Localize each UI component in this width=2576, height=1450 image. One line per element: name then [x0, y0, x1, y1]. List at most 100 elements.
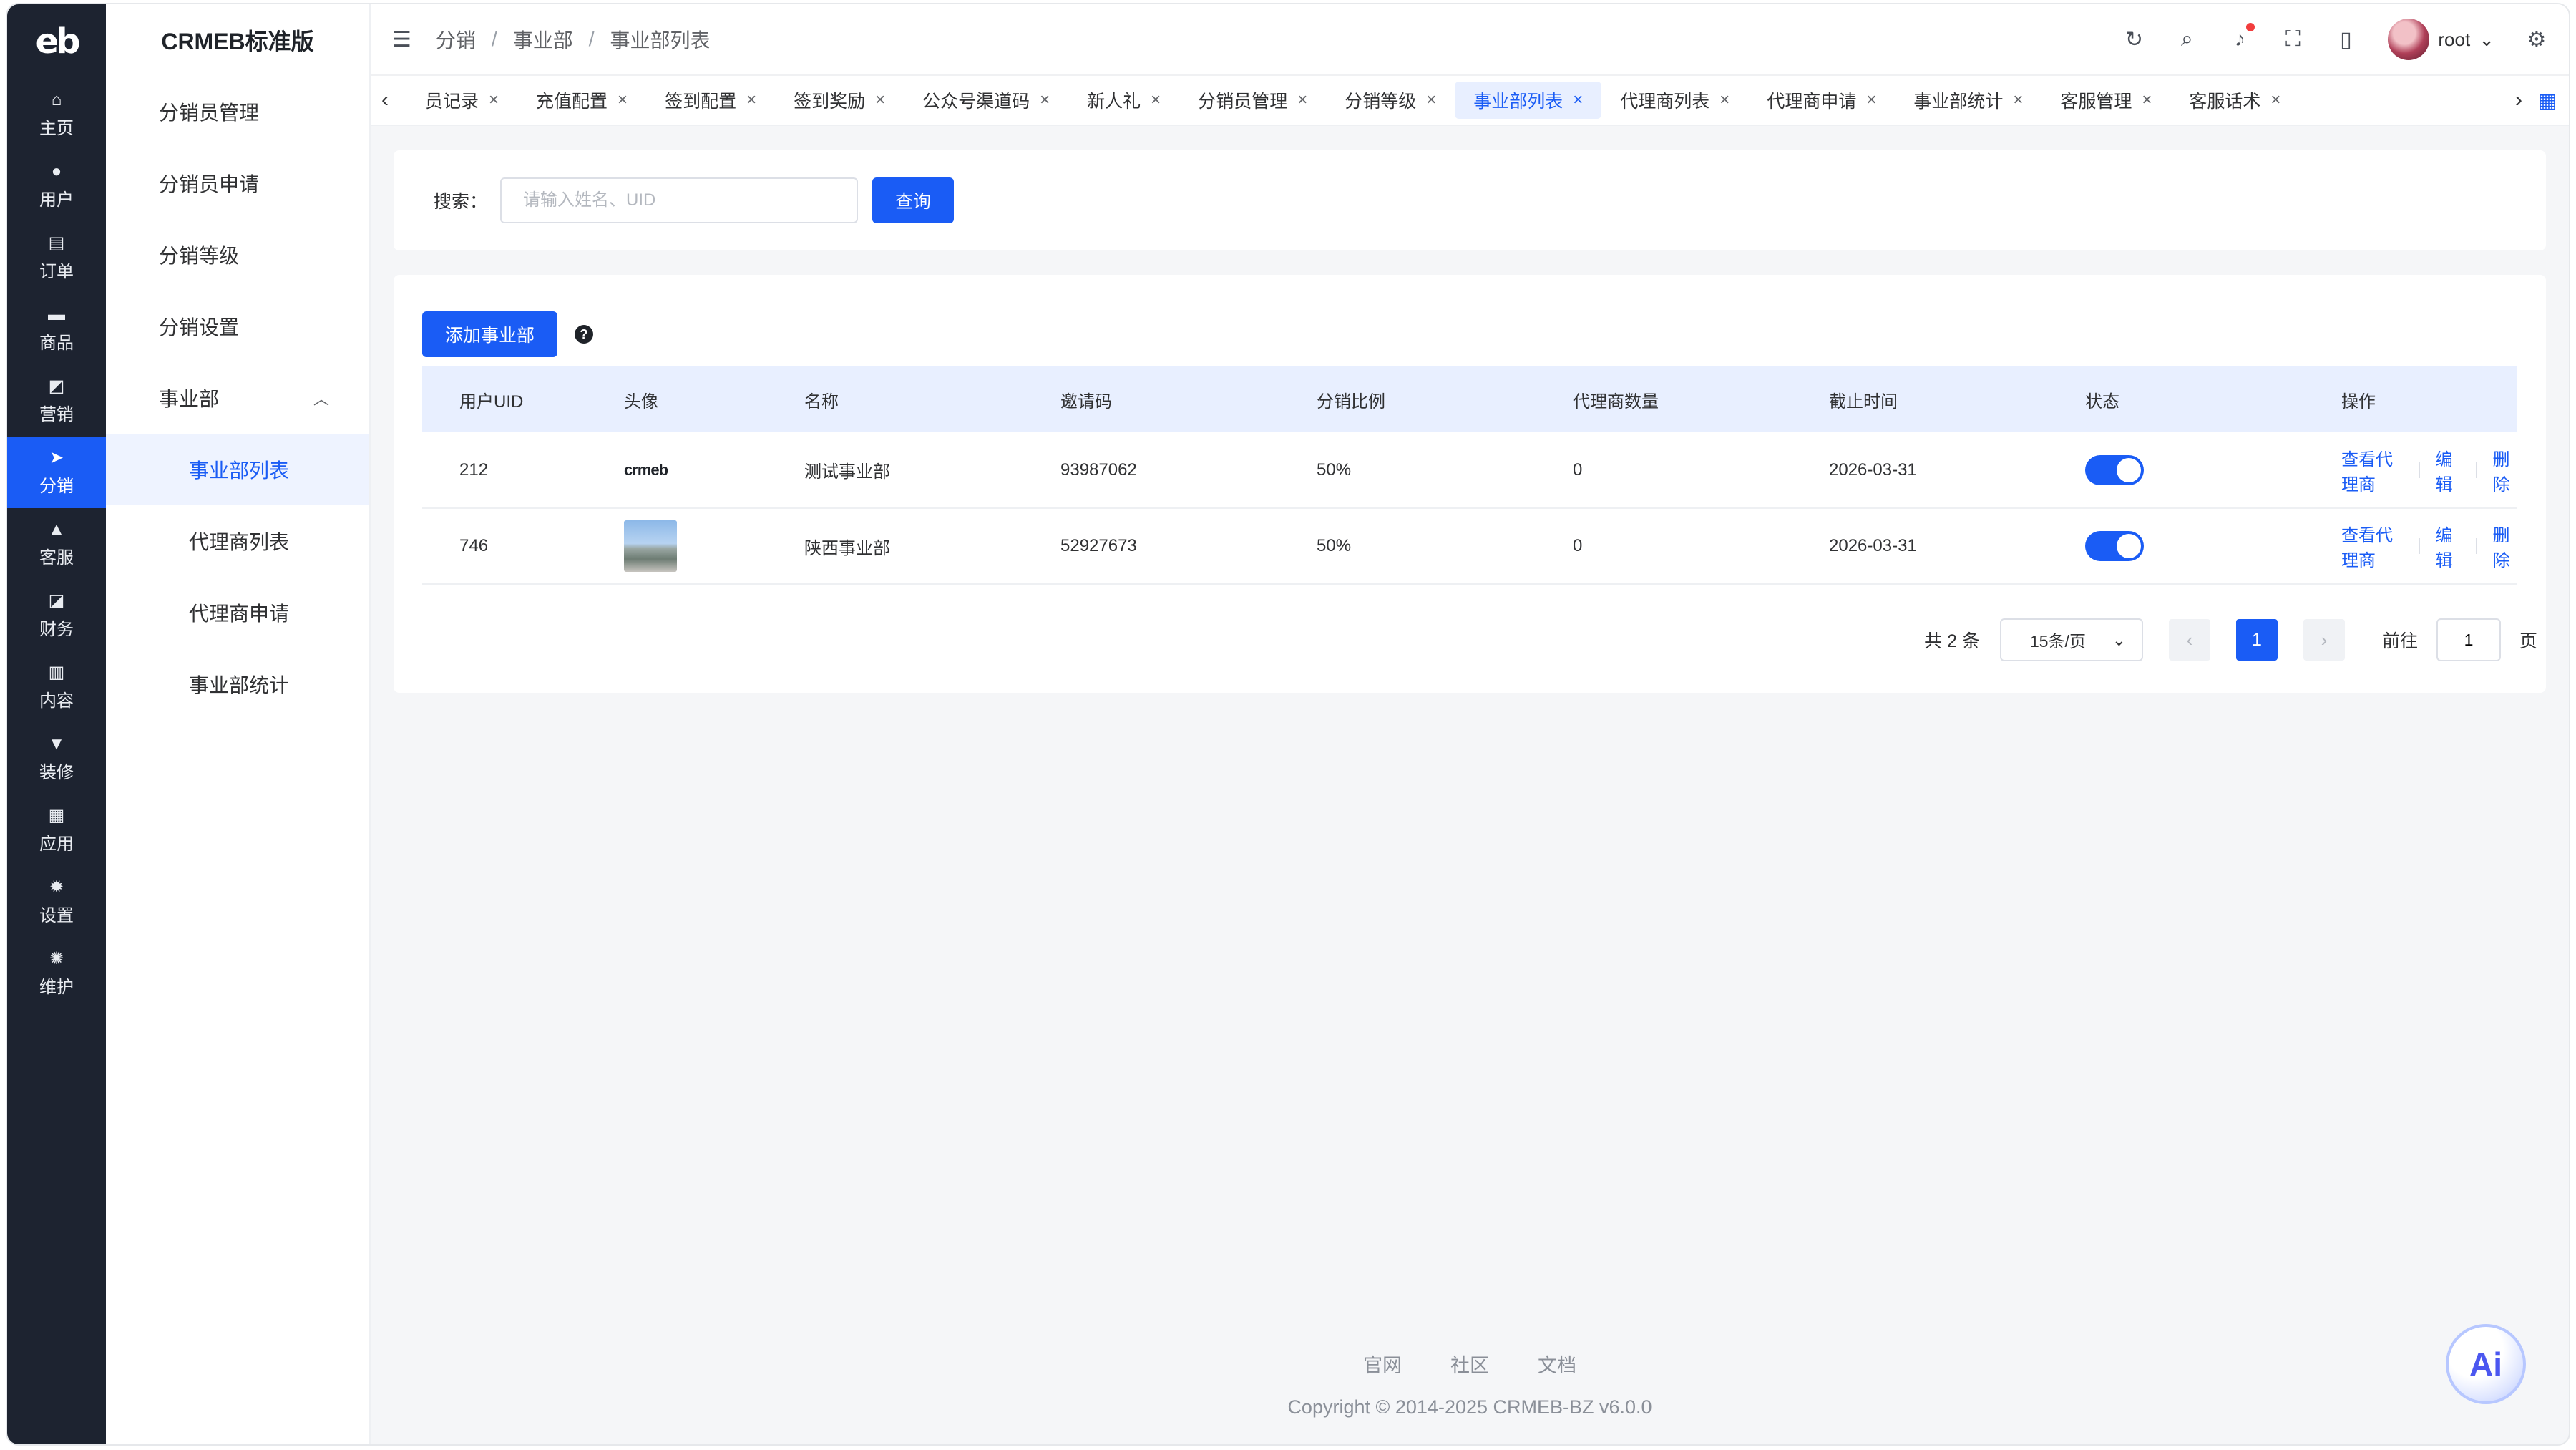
user-menu[interactable]: root ⌄	[2388, 19, 2494, 60]
close-icon[interactable]: ×	[1719, 90, 1729, 110]
close-icon[interactable]: ×	[2013, 90, 2023, 110]
column-header: 代理商数量	[1573, 391, 1659, 412]
grid-icon[interactable]: ▦	[2533, 89, 2562, 112]
crmeb-logo-thumbnail[interactable]: crmeb	[624, 459, 677, 481]
close-icon[interactable]: ×	[1151, 90, 1161, 110]
next-page-button[interactable]: ›	[2303, 619, 2345, 661]
chevron-right-icon[interactable]: ›	[2504, 88, 2533, 112]
rail-item-user[interactable]: ● 用户	[7, 150, 106, 222]
refresh-icon[interactable]: ↻	[2123, 27, 2145, 52]
footer-link[interactable]: 官网	[1363, 1350, 1402, 1378]
fullscreen-icon[interactable]: ⛶	[2282, 27, 2303, 52]
view-agents-link[interactable]: 查看代理商	[2341, 521, 2403, 571]
tab[interactable]: 事业部统计 ×	[1895, 82, 2041, 119]
menu-item-distributor-application[interactable]: 分销员申请	[106, 147, 369, 219]
rail-item-home[interactable]: ⌂ 主页	[7, 79, 106, 150]
app-logo[interactable]: eb	[7, 4, 106, 79]
rail-item-order[interactable]: ▤ 订单	[7, 222, 106, 293]
delete-link[interactable]: 删除	[2493, 521, 2517, 571]
rail-item-settings[interactable]: ✹ 设置	[7, 866, 106, 938]
rail-item-maintenance[interactable]: ✺ 维护	[7, 938, 106, 1009]
tab[interactable]: 员记录 ×	[406, 82, 517, 119]
menu-group-division[interactable]: 事业部 ︿	[106, 362, 369, 434]
close-icon[interactable]: ×	[1426, 90, 1436, 110]
rail-item-finance[interactable]: ◪ 财务	[7, 580, 106, 651]
breadcrumb-item[interactable]: 分销	[436, 25, 476, 54]
menu-item-distributor-management[interactable]: 分销员管理	[106, 76, 369, 147]
bell-icon[interactable]: ♪	[2229, 23, 2255, 52]
page-number-current[interactable]: 1	[2235, 619, 2278, 661]
help-icon[interactable]: ?	[575, 325, 594, 344]
menu-item-agent-application[interactable]: 代理商申请	[106, 577, 369, 648]
cell-uid: 746	[422, 508, 587, 585]
tab[interactable]: 客服管理 ×	[2041, 82, 2170, 119]
ai-assistant-button[interactable]: Ai	[2446, 1324, 2526, 1404]
status-toggle[interactable]	[2085, 531, 2144, 561]
search-icon[interactable]: ⌕	[2176, 27, 2197, 52]
menu-item-agent-list[interactable]: 代理商列表	[106, 505, 369, 577]
tab[interactable]: 事业部列表 ×	[1455, 82, 1602, 119]
edit-link[interactable]: 编辑	[2436, 445, 2460, 495]
tab[interactable]: 分销员管理 ×	[1179, 82, 1326, 119]
rail-item-apps[interactable]: ▦ 应用	[7, 794, 106, 866]
footer-link[interactable]: 社区	[1450, 1350, 1489, 1378]
menu-item-distribution-settings[interactable]: 分销设置	[106, 291, 369, 362]
tab-label: 代理商申请	[1767, 92, 1857, 112]
menu-item-division-list[interactable]: 事业部列表	[106, 434, 369, 505]
search-input[interactable]	[500, 177, 859, 223]
status-toggle[interactable]	[2085, 454, 2144, 485]
total-count: 共 2 条	[1924, 631, 1980, 651]
rail-item-service[interactable]: ▲ 客服	[7, 508, 106, 580]
prev-page-button[interactable]: ‹	[2168, 619, 2210, 661]
rail-item-label: 应用	[39, 834, 74, 854]
close-icon[interactable]: ×	[746, 90, 756, 110]
column-header: 用户UID	[459, 391, 524, 412]
close-icon[interactable]: ×	[875, 90, 885, 110]
footer-link[interactable]: 文档	[1538, 1350, 1576, 1378]
close-icon[interactable]: ×	[1866, 90, 1876, 110]
menu-toggle-icon[interactable]: ☰	[392, 27, 411, 52]
tab[interactable]: 签到配置 ×	[646, 82, 775, 119]
chevron-left-icon[interactable]: ‹	[371, 88, 399, 112]
close-icon[interactable]: ×	[618, 90, 628, 110]
gear-icon[interactable]: ⚙	[2526, 27, 2547, 52]
rail-item-content[interactable]: ▥ 内容	[7, 651, 106, 723]
maintenance-icon: ✺	[49, 948, 64, 968]
query-button[interactable]: 查询	[872, 177, 955, 223]
main-area: ☰ 分销 / 事业部 / 事业部列表 ↻ ⌕ ♪ ⛶ ▯ root ⌄ ⚙ ‹ …	[371, 4, 2569, 1444]
breadcrumb-item[interactable]: 事业部	[513, 25, 573, 54]
close-icon[interactable]: ×	[2270, 90, 2280, 110]
close-icon[interactable]: ×	[489, 90, 499, 110]
rail-item-marketing[interactable]: ◩ 营销	[7, 365, 106, 437]
photo-thumbnail[interactable]	[624, 520, 677, 572]
page-size-select[interactable]: 15条/页 ⌄	[1999, 618, 2143, 661]
menu-item-distribution-level[interactable]: 分销等级	[106, 219, 369, 291]
view-agents-link[interactable]: 查看代理商	[2341, 445, 2403, 495]
rail-item-decorate[interactable]: ▼ 装修	[7, 723, 106, 794]
rail-item-product[interactable]: ▬ 商品	[7, 293, 106, 365]
brand-title: CRMEB标准版	[161, 29, 314, 54]
delete-link[interactable]: 删除	[2493, 445, 2517, 495]
tab-label: 事业部统计	[1913, 92, 2004, 112]
edit-link[interactable]: 编辑	[2436, 521, 2460, 571]
tab[interactable]: 签到奖励 ×	[775, 82, 904, 119]
tab[interactable]: 充值配置 ×	[517, 82, 646, 119]
tab[interactable]: 代理商申请 ×	[1748, 82, 1895, 119]
tab[interactable]: 公众号渠道码 ×	[904, 82, 1068, 119]
close-icon[interactable]: ×	[2142, 90, 2152, 110]
goto-page-input[interactable]	[2436, 618, 2501, 661]
rail-item-distribution[interactable]: ➤ 分销	[7, 437, 106, 508]
menu-item-division-statistics[interactable]: 事业部统计	[106, 648, 369, 720]
close-icon[interactable]: ×	[1040, 90, 1050, 110]
table-header-row: 用户UID 头像 名称 邀请码 分销比例 代理商数量 截止时间 状态 操作	[422, 366, 2517, 432]
breadcrumb: 分销 / 事业部 / 事业部列表	[436, 25, 711, 54]
tab[interactable]: 代理商列表 ×	[1601, 82, 1748, 119]
lock-icon[interactable]: ▯	[2335, 27, 2356, 52]
tab[interactable]: 分销等级 ×	[1326, 82, 1455, 119]
tab[interactable]: 新人礼 ×	[1068, 82, 1179, 119]
add-division-button[interactable]: 添加事业部	[422, 311, 558, 357]
close-icon[interactable]: ×	[1573, 90, 1583, 110]
column-header: 头像	[624, 391, 658, 412]
close-icon[interactable]: ×	[1297, 90, 1307, 110]
tab[interactable]: 客服话术 ×	[2170, 82, 2299, 119]
